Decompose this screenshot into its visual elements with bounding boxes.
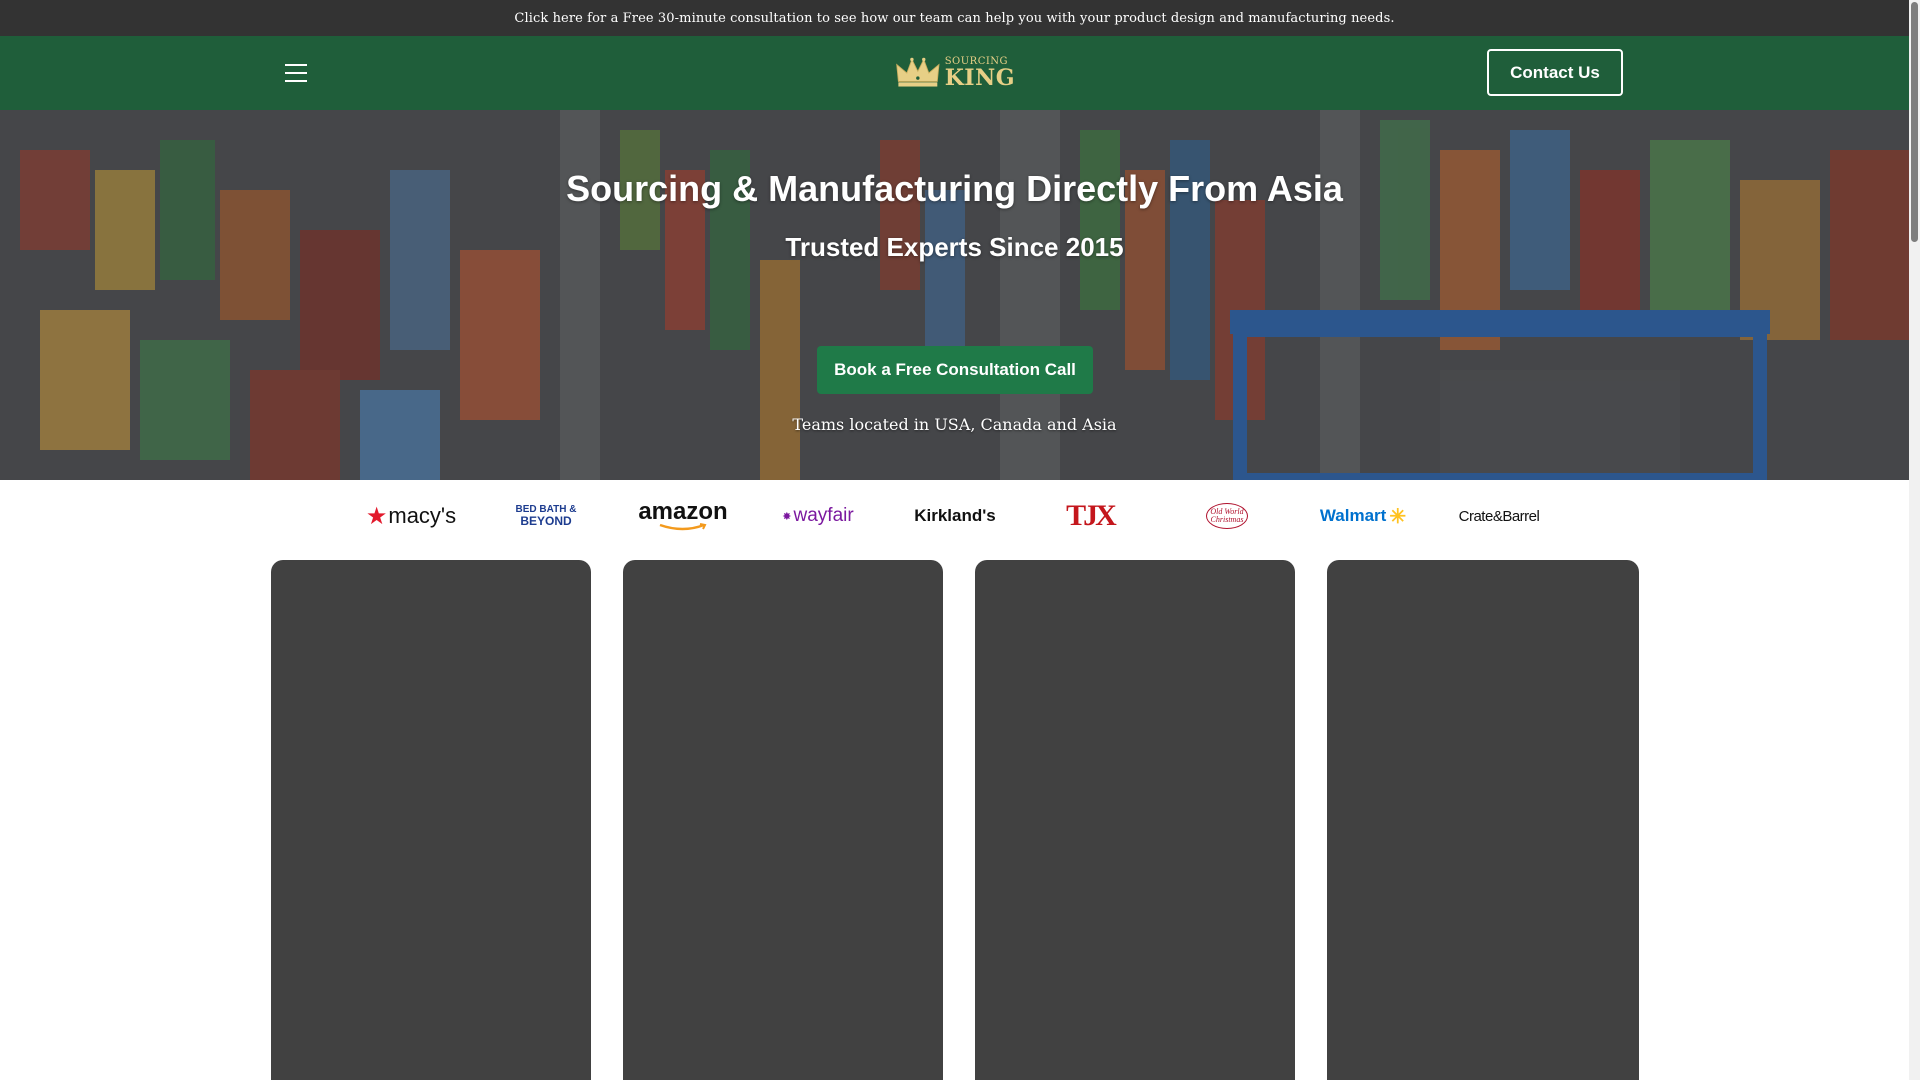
content-card[interactable] [1327,560,1639,1080]
book-consultation-button[interactable]: Book a Free Consultation Call [817,346,1093,394]
old-world-christmas-logo: Old World Christmas [1202,500,1252,532]
pinwheel-icon: ✸ [782,510,792,523]
contact-us-button[interactable]: Contact Us [1487,49,1623,96]
bed-bath-beyond-logo: BED BATH & BEYOND [515,504,577,528]
announcement-text[interactable]: Click here for a Free 30-minute consulta… [514,11,1394,26]
star-icon: ★ [365,502,388,530]
client-logos-strip: ★ macy's BED BATH & BEYOND amazon ✸ wayf… [0,480,1909,560]
walmart-logo: Walmart ✳ [1319,505,1407,528]
site-header: SOURCING KING Contact Us [0,36,1909,110]
amazon-logo: amazon [638,499,728,532]
crate-and-barrel-logo: Crate&Barrel [1458,507,1540,525]
kirklands-logo: Kirkland's [914,506,996,525]
hamburger-menu-icon[interactable] [282,60,310,86]
macys-logo: ★ macy's [365,502,457,530]
page-scrollbar[interactable] [1909,0,1920,1080]
site-logo[interactable]: SOURCING KING [895,50,1015,96]
announcement-bar[interactable]: Click here for a Free 30-minute consulta… [0,0,1909,36]
amazon-smile-icon [659,523,707,531]
hero-banner: Sourcing & Manufacturing Directly From A… [0,110,1909,480]
spark-icon: ✳ [1389,505,1407,528]
tjx-logo: TJX [1066,499,1117,532]
content-card[interactable] [975,560,1295,1080]
logo-text-big: KING [944,65,1015,91]
scrollbar-thumb[interactable] [1911,2,1918,242]
hero-subtitle: Trusted Experts Since 2015 [785,232,1124,262]
content-card[interactable] [271,560,591,1080]
wayfair-logo: ✸ wayfair [782,505,854,526]
hero-note: Teams located in USA, Canada and Asia [792,415,1117,434]
crown-icon [896,57,940,87]
content-card[interactable] [623,560,943,1080]
hero-title: Sourcing & Manufacturing Directly From A… [566,168,1343,209]
